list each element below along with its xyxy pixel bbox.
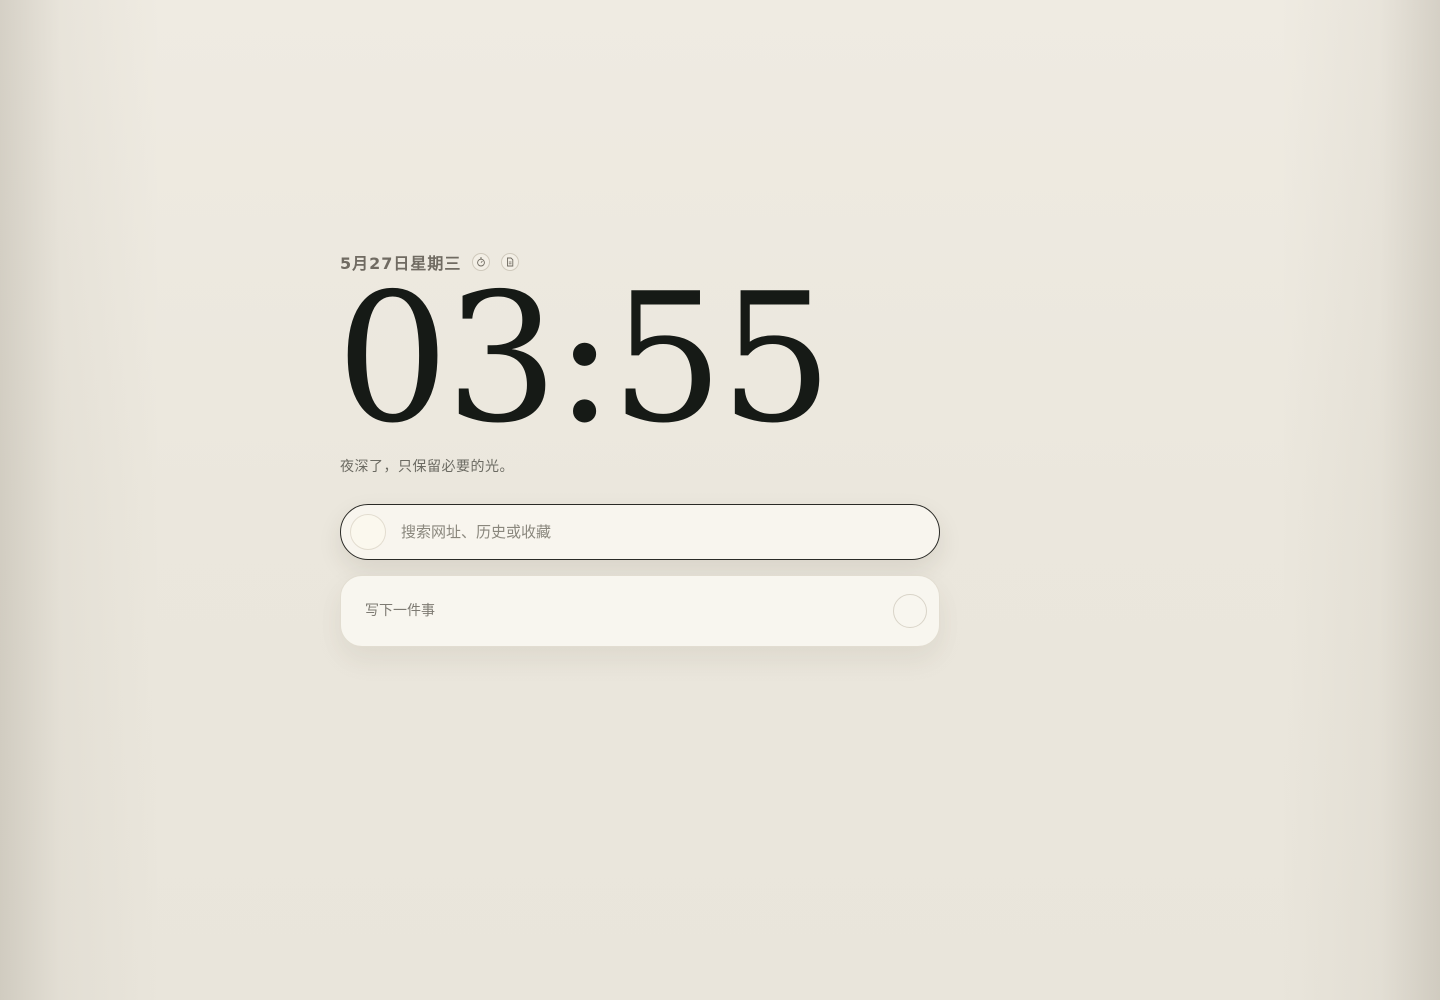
add-todo-button[interactable] [893,594,927,628]
search-bar[interactable] [340,504,940,560]
search-input[interactable] [399,516,923,548]
home-panel: 5月27日星期三 03:55 夜深了，只保留必要的光。 [336,250,940,647]
search-engine-button[interactable] [350,514,386,550]
clock-display: 03:55 [336,255,833,462]
todo-panel [340,575,940,647]
todo-input[interactable] [363,596,847,626]
